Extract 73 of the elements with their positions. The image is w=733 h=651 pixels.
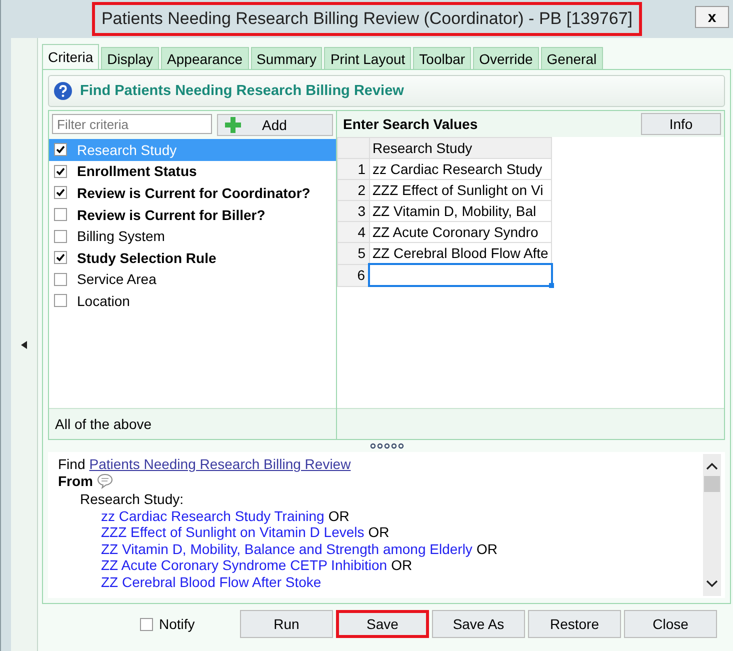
checkbox[interactable]: [54, 164, 67, 178]
tab[interactable]: Toolbar: [413, 47, 472, 69]
scrollbar-thumb[interactable]: [704, 476, 720, 492]
criteria-item[interactable]: Enrollment Status: [49, 160, 336, 182]
row-number: 4: [338, 222, 369, 242]
info-button[interactable]: Info: [641, 113, 721, 135]
speech-bubble-icon: [97, 472, 113, 489]
dialog-button[interactable]: Close: [624, 610, 717, 638]
criteria-item[interactable]: Review is Current for Biller?: [49, 204, 336, 226]
window-title: Patients Needing Research Billing Review (Coordinator) - PB [139767]: [92, 2, 642, 36]
checkbox[interactable]: [54, 294, 67, 308]
table-cell[interactable]: ZZZ Effect of Sunlight on Vi: [369, 180, 552, 200]
splitter-grip-icon[interactable]: [370, 443, 404, 449]
criteria-item[interactable]: Review is Current for Coordinator?: [49, 182, 336, 204]
dialog-button[interactable]: Restore: [528, 610, 621, 638]
study-value: ZZ Cerebral Blood Flow After Stoke: [101, 574, 322, 590]
or-connector: OR: [476, 540, 498, 557]
window-close-button[interactable]: x: [695, 6, 729, 28]
tab[interactable]: Summary: [250, 47, 322, 69]
tab[interactable]: Criteria: [42, 44, 100, 69]
or-connector: OR: [368, 524, 390, 540]
table-cell[interactable]: zz Cardiac Research Study: [369, 158, 552, 180]
dialog-button[interactable]: Save: [336, 610, 429, 638]
row-number: 2: [338, 180, 369, 200]
criteria-heading: Research Study:: [79, 491, 184, 508]
row-number: 1: [338, 158, 369, 180]
tab[interactable]: General: [540, 47, 603, 69]
row-number: 3: [338, 200, 369, 222]
from-label: From: [58, 472, 93, 489]
find-label: Find: [58, 456, 86, 472]
checkbox[interactable]: [54, 143, 67, 156]
scroll-up-icon[interactable]: [706, 462, 718, 470]
find-link[interactable]: Patients Needing Research Billing Review: [89, 456, 351, 472]
table-cell[interactable]: ZZ Vitamin D, Mobility, Bal: [369, 200, 552, 222]
tab[interactable]: Print Layout: [324, 47, 412, 69]
tab[interactable]: Appearance: [161, 47, 249, 69]
or-connector: OR: [391, 557, 412, 574]
table-cell[interactable]: ZZ Acute Coronary Syndro: [369, 222, 552, 242]
collapse-arrow-icon: [21, 340, 27, 348]
study-value: ZZ Vitamin D, Mobility, Balance and Strength among Elderly: [101, 540, 472, 557]
scrollbar[interactable]: [703, 454, 721, 596]
row-number: 6: [338, 264, 369, 286]
table-cell[interactable]: [369, 264, 552, 286]
checkbox[interactable]: [54, 251, 67, 264]
notify-checkbox[interactable]: [140, 618, 153, 630]
criteria-item[interactable]: Service Area: [49, 268, 336, 290]
checkbox[interactable]: [54, 230, 67, 243]
column-header: Research Study: [369, 138, 552, 158]
notify-label: Notify: [159, 616, 195, 632]
study-value: zz Cardiac Research Study Training: [101, 508, 324, 524]
help-icon: [54, 82, 72, 100]
scroll-down-icon[interactable]: [706, 580, 718, 588]
study-value: ZZZ Effect of Sunlight on Vitamin D Levels: [101, 524, 364, 540]
search-values-title: Enter Search Values: [343, 116, 478, 132]
checkbox[interactable]: [54, 272, 67, 286]
criteria-item[interactable]: Location: [49, 290, 336, 312]
collapse-handle[interactable]: [11, 38, 38, 651]
criteria-item[interactable]: Billing System: [49, 225, 336, 247]
section-title: Find Patients Needing Research Billing Review: [80, 83, 404, 99]
criteria-item[interactable]: Study Selection Rule: [49, 246, 336, 269]
checkbox[interactable]: [54, 186, 67, 200]
dialog-button[interactable]: Save As: [432, 610, 525, 638]
add-button[interactable]: Add: [217, 114, 333, 136]
tab[interactable]: Override: [473, 47, 539, 69]
dialog-button[interactable]: Run: [240, 610, 333, 638]
or-connector: OR: [328, 508, 350, 524]
footer-text: All of the above: [55, 416, 152, 432]
plus-icon: [224, 116, 242, 134]
checkbox[interactable]: [54, 208, 67, 222]
row-number: 5: [338, 242, 369, 264]
study-value: ZZ Acute Coronary Syndrome CETP Inhibition: [101, 557, 388, 574]
filter-field[interactable]: Filter criteria: [52, 114, 212, 134]
tab[interactable]: Display: [101, 47, 160, 69]
